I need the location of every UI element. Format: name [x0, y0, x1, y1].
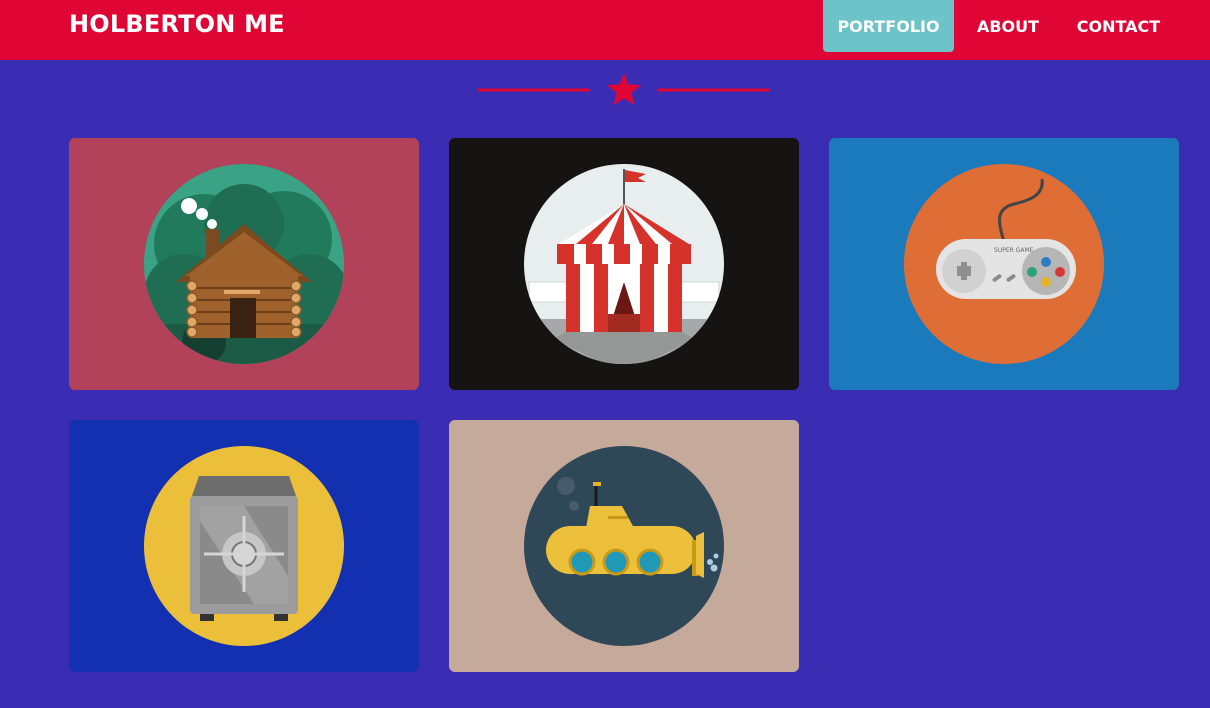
- nav-contact[interactable]: CONTACT: [1070, 0, 1167, 52]
- svg-text:SUPER GAME: SUPER GAME: [994, 247, 1034, 254]
- game-controller-icon: SUPER GAME: [904, 164, 1104, 364]
- portfolio-item-cabin[interactable]: [69, 138, 419, 390]
- star-icon: [607, 73, 641, 105]
- star-divider: [478, 72, 770, 108]
- nav-about[interactable]: ABOUT: [970, 0, 1046, 52]
- circus-tent-icon: [524, 164, 724, 364]
- safe-icon: [144, 446, 344, 646]
- log-cabin-icon: [144, 164, 344, 364]
- portfolio-item-safe[interactable]: [69, 420, 419, 672]
- brand-logo[interactable]: HOLBERTON ME: [69, 8, 285, 40]
- portfolio-item-circus[interactable]: [449, 138, 799, 390]
- portfolio-item-controller[interactable]: SUPER GAME: [829, 138, 1179, 390]
- top-navbar: HOLBERTON ME PORTFOLIO ABOUT CONTACT: [0, 0, 1210, 60]
- nav-portfolio[interactable]: PORTFOLIO: [823, 0, 954, 52]
- submarine-icon: [524, 446, 724, 646]
- portfolio-item-submarine[interactable]: [449, 420, 799, 672]
